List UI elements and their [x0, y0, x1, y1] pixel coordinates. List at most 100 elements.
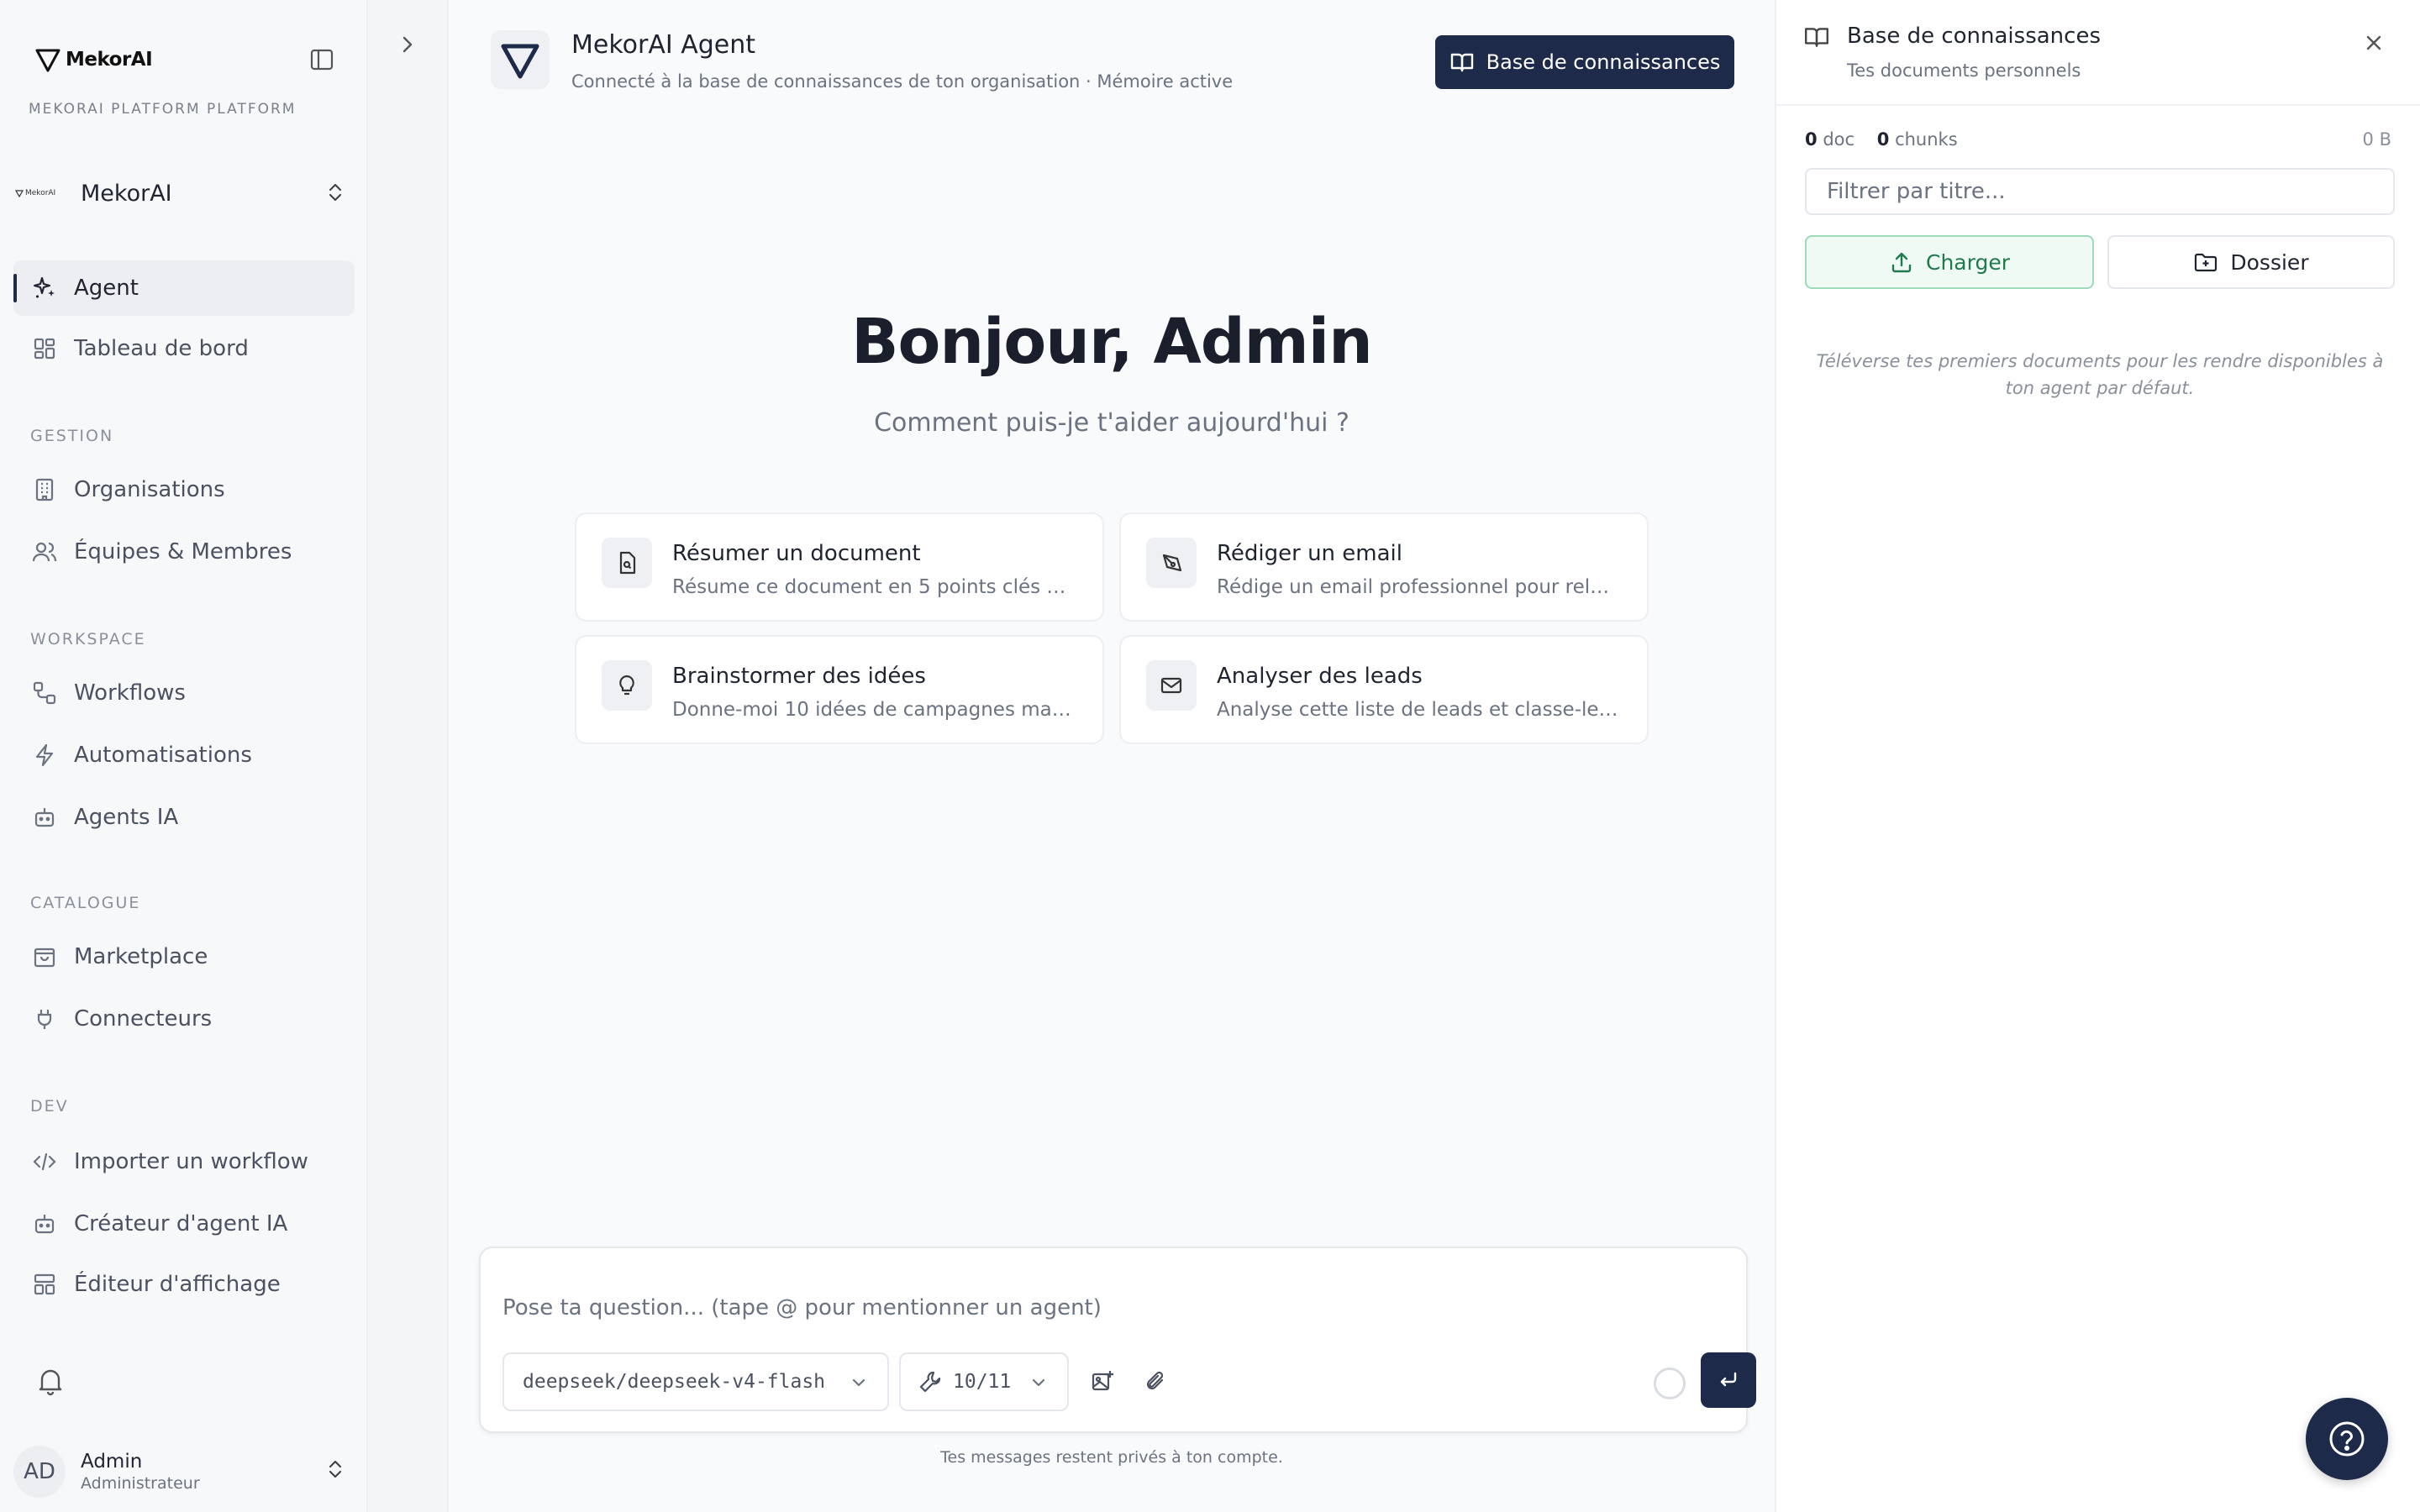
knowledge-base-panel: Base de connaissances Tes documents pers…: [1775, 0, 2420, 1512]
image-add-icon[interactable]: [1087, 1366, 1118, 1396]
nav-item-connectors[interactable]: Connecteurs: [13, 991, 355, 1047]
kb-panel-subtitle: Tes documents personnels: [1847, 60, 2081, 81]
conversation-rail: [368, 0, 449, 1512]
kb-filter-input[interactable]: [1805, 168, 2395, 215]
suggestion-card-summarize[interactable]: Résumer un document Résume ce document e…: [575, 512, 1104, 622]
card-description: Analyse cette liste de leads et classe-l…: [1217, 699, 1620, 721]
nav-item-label: Éditeur d'affichage: [74, 1272, 281, 1297]
bell-icon[interactable]: [34, 1364, 67, 1398]
divider: [1776, 104, 2420, 106]
card-title: Rédiger un email: [1217, 541, 1402, 566]
tools-selector[interactable]: 10/11: [899, 1352, 1069, 1411]
nav-item-automations[interactable]: Automatisations: [13, 727, 355, 783]
user-role: Administrateur: [81, 1474, 200, 1493]
nav-item-label: Équipes & Membres: [74, 539, 292, 564]
knowledge-base-button[interactable]: Base de connaissances: [1435, 35, 1734, 89]
greeting-subtitle: Comment puis-je t'aider aujourd'hui ?: [874, 408, 1349, 438]
org-name: MekorAI: [81, 180, 172, 207]
layout-icon: [30, 1270, 59, 1299]
pen-icon: [1146, 538, 1197, 588]
agent-subtitle: Connecté à la base de connaissances de t…: [571, 71, 1234, 92]
wrench-icon: [918, 1369, 943, 1394]
message-input[interactable]: [502, 1295, 1595, 1320]
enter-icon: [1720, 1372, 1737, 1387]
chevron-up-down-icon: [323, 1457, 348, 1482]
chevron-down-icon: [1028, 1373, 1049, 1393]
user-name: Admin: [81, 1451, 143, 1473]
kb-stats: 0 doc 0 chunks: [1805, 129, 1958, 150]
agent-header: MekorAI Agent Connecté à la base de conn…: [491, 30, 1233, 92]
nav-item-teams[interactable]: Équipes & Membres: [13, 524, 355, 580]
logo-icon: [34, 45, 62, 74]
chevron-down-icon: [849, 1373, 869, 1393]
nav-item-label: Marketplace: [74, 944, 208, 969]
nav-item-dashboard[interactable]: Tableau de bord: [13, 321, 355, 376]
help-button[interactable]: [2306, 1398, 2388, 1480]
folder-button[interactable]: Dossier: [2107, 235, 2395, 289]
platform-label: MEKORAI PLATFORM PLATFORM: [29, 101, 297, 118]
building-icon: [30, 475, 59, 504]
nav-item-marketplace[interactable]: Marketplace: [13, 929, 355, 984]
nav-item-label: Agent: [74, 276, 139, 301]
nav-item-display-editor[interactable]: Éditeur d'affichage: [13, 1257, 355, 1312]
section-label-catalogue: CATALOGUE: [30, 894, 141, 912]
book-icon: [1449, 50, 1475, 75]
nav-item-workflows[interactable]: Workflows: [13, 665, 355, 721]
sidebar-toggle-icon[interactable]: [308, 45, 336, 74]
nav-item-label: Connecteurs: [74, 1006, 213, 1032]
chat-main: MekorAI Agent Connecté à la base de conn…: [449, 0, 1775, 1512]
sparkles-icon: [30, 274, 59, 302]
section-label-dev: DEV: [30, 1097, 69, 1116]
nav-item-label: Organisations: [74, 477, 225, 502]
section-label-gestion: GESTION: [30, 427, 114, 445]
nav-item-agent-creator[interactable]: Créateur d'agent IA: [13, 1196, 355, 1252]
mail-icon: [1146, 660, 1197, 711]
org-logo: MekorAI: [15, 185, 66, 202]
nav-item-import-workflow[interactable]: Importer un workflow: [13, 1134, 355, 1189]
brand-name: MekorAI: [66, 49, 153, 71]
close-icon[interactable]: [2361, 30, 2386, 55]
agent-logo-icon: [491, 30, 550, 89]
nav-item-agent[interactable]: Agent: [13, 260, 355, 316]
document-icon: [602, 538, 652, 588]
model-selector-value: deepseek/deepseek-v4-flash: [523, 1371, 826, 1393]
card-title: Analyser des leads: [1217, 664, 1423, 689]
org-switcher[interactable]: MekorAI MekorAI: [15, 175, 355, 212]
folder-button-label: Dossier: [2230, 249, 2309, 275]
kb-size: 0 B: [2362, 129, 2391, 150]
nav-item-label: Agents IA: [74, 805, 179, 830]
nav-item-ai-agents[interactable]: Agents IA: [13, 790, 355, 845]
nav-item-label: Importer un workflow: [74, 1149, 308, 1174]
card-description: Rédige un email professionnel pour relan…: [1217, 576, 1620, 598]
doc-count: 0: [1805, 129, 1818, 150]
chunk-label: chunks: [1895, 129, 1958, 150]
suggestion-card-leads[interactable]: Analyser des leads Analyse cette liste d…: [1119, 635, 1649, 744]
card-title: Résumer un document: [672, 541, 921, 566]
plug-icon: [30, 1005, 59, 1033]
knowledge-base-button-label: Base de connaissances: [1486, 50, 1721, 74]
nav-item-organisations[interactable]: Organisations: [13, 462, 355, 517]
brand-logo[interactable]: MekorAI: [34, 42, 336, 77]
model-selector[interactable]: deepseek/deepseek-v4-flash: [502, 1352, 889, 1411]
card-description: Résume ce document en 5 points clés et l…: [672, 576, 1076, 598]
upload-button[interactable]: Charger: [1805, 235, 2094, 289]
avatar: AD: [13, 1446, 66, 1498]
card-description: Donne-moi 10 idées de campagnes marke...: [672, 699, 1076, 721]
suggestion-card-brainstorm[interactable]: Brainstormer des idées Donne-moi 10 idée…: [575, 635, 1104, 744]
nav-item-label: Workflows: [74, 680, 186, 706]
chevron-right-icon[interactable]: [395, 32, 420, 57]
user-menu[interactable]: AD Admin Administrateur: [13, 1440, 355, 1504]
greeting-title: Bonjour, Admin: [851, 306, 1373, 378]
privacy-note: Tes messages restent privés à ton compte…: [940, 1448, 1283, 1467]
chevron-up-down-icon: [323, 180, 348, 205]
card-title: Brainstormer des idées: [672, 664, 926, 689]
agent-title: MekorAI Agent: [571, 30, 756, 60]
paperclip-icon[interactable]: [1141, 1366, 1171, 1396]
suggestion-card-email[interactable]: Rédiger un email Rédige un email profess…: [1119, 512, 1649, 622]
nav-item-label: Automatisations: [74, 743, 252, 768]
folder-add-icon: [2193, 249, 2218, 275]
book-icon: [1803, 24, 1832, 52]
store-icon: [30, 942, 59, 971]
send-button[interactable]: [1701, 1352, 1756, 1408]
upload-icon: [1889, 249, 1914, 275]
